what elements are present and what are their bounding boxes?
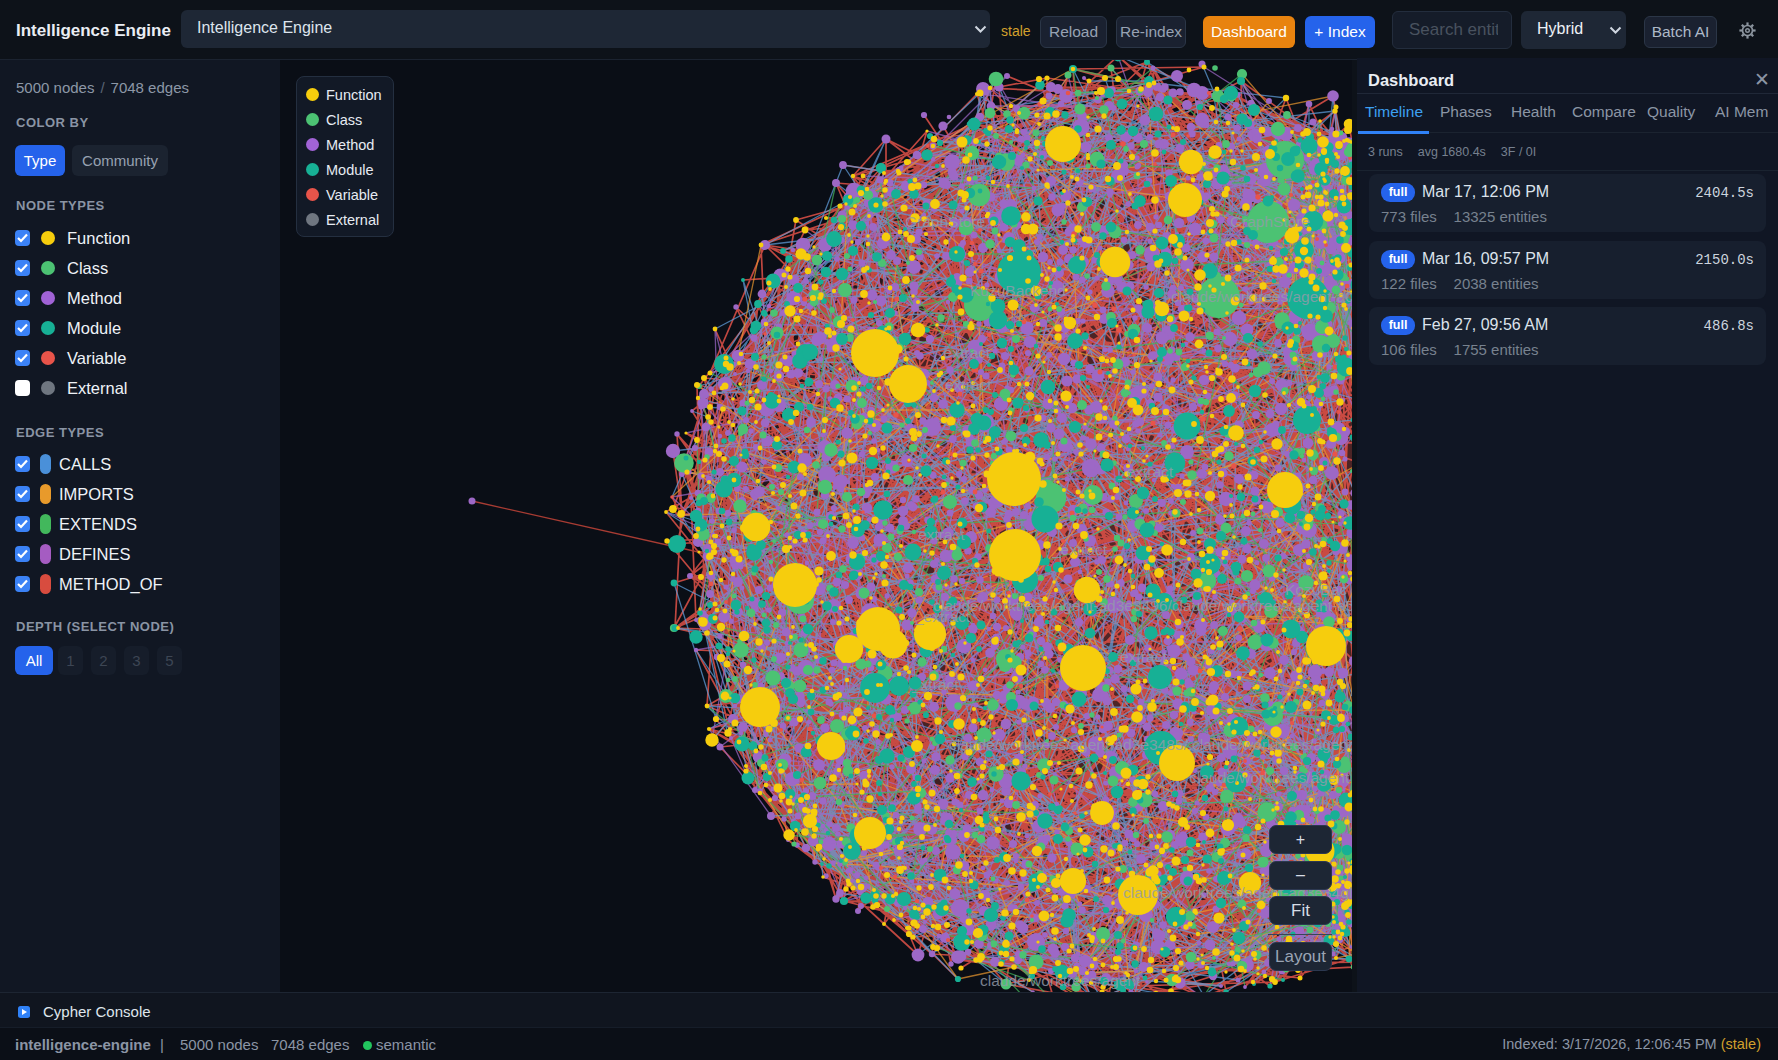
svg-text:GraphStore: GraphStore [905,213,985,230]
svg-text:claude/worktrees/agent-ad3e348: claude/worktrees/agent-ad3e3485/.claude/… [949,736,1352,753]
svg-text:extract: extract [1120,648,1167,665]
svg-text:_xtract: _xtract [911,676,959,693]
svg-text:extract: extract [918,526,965,543]
svg-text:_extract: _extract [1117,463,1174,480]
svg-text:_extract: _extract [934,344,991,361]
svg-text:claude/worktrees/agent: claude/worktrees/agent [1189,769,1350,786]
svg-text:KozuBac: KozuBac [1285,581,1347,598]
svg-text:KuzuBackend: KuzuBackend [970,282,1066,299]
svg-text:GraphStore: GraphStore [1230,213,1310,230]
svg-text:claude/worktrees/agent-ad3e349: claude/worktrees/agent-ad3e3496/claude/w… [933,597,1352,614]
svg-text:extract: extract [945,376,992,393]
svg-text:claude/worktrees/agent: claude/worktrees/agent [980,972,1141,989]
svg-text:claude/worktrees/agent-a0a: claude/worktrees/agent-a0a [1171,288,1352,305]
svg-text:_extract: _extract [1051,541,1108,558]
